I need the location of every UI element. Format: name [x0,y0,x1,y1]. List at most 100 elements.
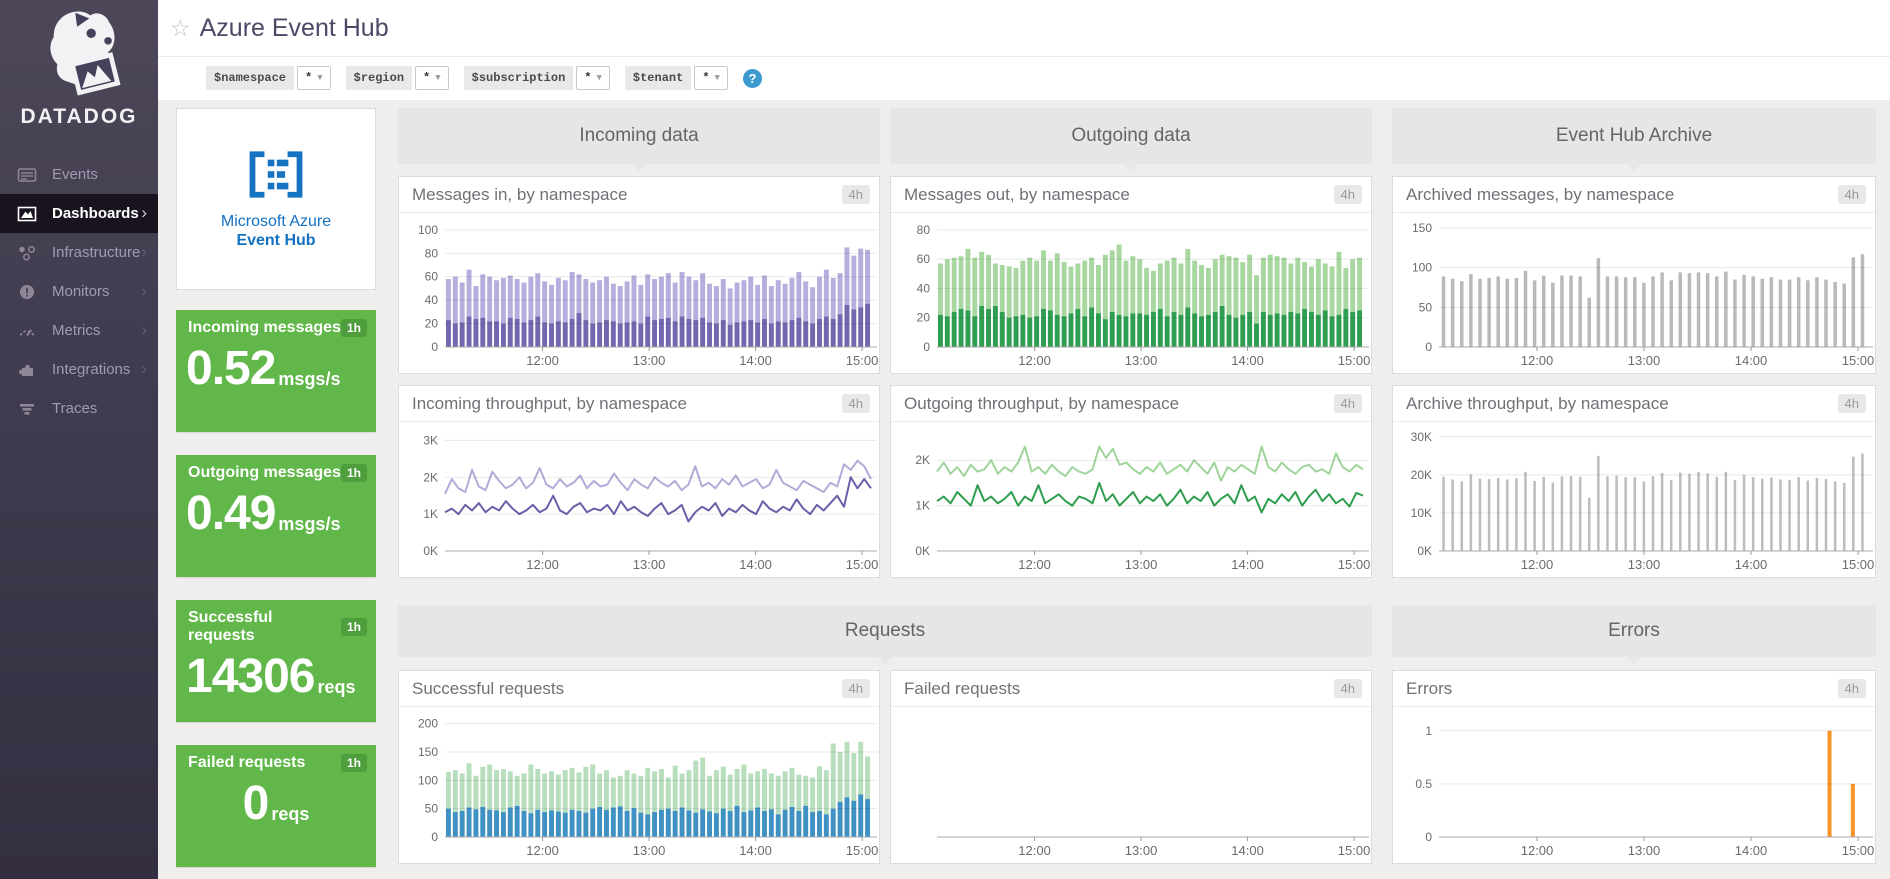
svg-text:12:00: 12:00 [1018,843,1051,858]
svg-text:0: 0 [431,340,438,354]
svg-text:0.5: 0.5 [1415,777,1432,791]
azure-event-hub-card: Microsoft Azure Event Hub [176,108,376,290]
chart-failed-requests: Failed requests 4h 12:00 13:00 14:00 15:00 [890,670,1372,864]
svg-text:0: 0 [431,830,438,844]
svg-text:15:00: 15:00 [846,557,879,572]
chart-title: Archived messages, by namespace [1406,184,1675,204]
sidebar-item-events[interactable]: Events [0,155,158,194]
svg-text:13:00: 13:00 [1628,843,1661,858]
datadog-dashboard: DATADOG Events Dashboards › Infrastructu… [0,0,1890,879]
svg-text:0: 0 [1425,340,1432,354]
stat-unit: reqs [317,677,356,697]
svg-text:40: 40 [917,281,931,295]
title-row: ☆ Azure Event Hub [158,0,1890,57]
svg-text:30K: 30K [1411,430,1432,444]
chart-plot-area[interactable]: 0K 10K 20K 30K 12:00 13:00 14:00 15:00 [1393,423,1875,577]
template-var-tenant[interactable]: $tenant * ▼ [624,66,728,90]
template-var-subscription[interactable]: $subscription * ▼ [463,66,610,90]
template-var-region[interactable]: $region * ▼ [345,66,449,90]
svg-text:14:00: 14:00 [739,353,772,368]
svg-text:13:00: 13:00 [633,557,666,572]
chart-plot-area[interactable]: 0K 1K 2K 3K 12:00 13:00 14:00 15:00 [399,423,879,577]
events-icon [17,167,37,183]
template-variable-bar: $namespace * ▼ $region * ▼ $subscription *… [158,57,1890,99]
svg-text:0: 0 [923,340,930,354]
svg-text:13:00: 13:00 [633,353,666,368]
chart-plot-area[interactable]: 0 20 40 60 80 12:00 13:00 14:00 15:00 [891,214,1371,373]
stat-title: Failed requests [188,754,306,771]
azure-card-line1: Microsoft Azure [220,213,332,230]
stat-successful-requests: Successful requests 1h 14306 reqs [176,600,376,722]
sidebar-item-integrations[interactable]: Integrations › [0,350,158,389]
svg-text:1K: 1K [423,507,438,521]
chart-plot-area[interactable]: 12:00 13:00 14:00 15:00 [891,708,1371,863]
sidebar-item-label: Traces [52,400,98,417]
svg-text:13:00: 13:00 [1125,353,1158,368]
stat-failed-requests: Failed requests 1h 0 reqs [176,745,376,867]
sidebar-item-traces[interactable]: Traces [0,389,158,428]
stat-value: 14306 [186,650,315,703]
sidebar-item-dashboards[interactable]: Dashboards › [0,194,158,233]
timeframe-badge: 1h [340,464,367,482]
sidebar-item-infrastructure[interactable]: Infrastructure › [0,233,158,272]
svg-text:40: 40 [425,293,439,307]
sidebar-item-metrics[interactable]: Metrics › [0,311,158,350]
chart-incoming-throughput: Incoming throughput, by namespace 4h 0K 1K… [398,385,880,578]
chart-plot-area[interactable]: 0K 1K 2K 12:00 13:00 14:00 15:00 [891,423,1371,577]
caret-down-icon: ▼ [317,73,323,83]
svg-text:100: 100 [418,223,438,237]
svg-text:14:00: 14:00 [1231,843,1264,858]
svg-text:13:00: 13:00 [633,843,666,858]
timeframe-badge: 1h [340,754,367,772]
chart-messages-out: Messages out, by namespace 4h 0 20 40 60 80 12… [890,176,1372,374]
chevron-right-icon: › [141,280,147,300]
svg-text:80: 80 [425,246,439,260]
datadog-logo[interactable]: DATADOG [0,0,158,129]
chart-plot-area[interactable]: 0 20 40 60 80 100 12:00 13:00 14:00 15:00 [399,214,879,373]
chart-archived-messages: Archived messages, by namespace 4h 0 50 100… [1392,176,1876,374]
svg-text:60: 60 [425,270,439,284]
svg-text:150: 150 [1412,221,1432,235]
svg-text:13:00: 13:00 [1125,557,1158,572]
star-outline-icon[interactable]: ☆ [170,15,191,42]
timeframe-badge: 4h [1837,394,1866,413]
sidebar-item-label: Infrastructure [52,244,141,261]
chart-title: Incoming throughput, by namespace [412,393,688,413]
stat-value: 0.49 [186,487,276,540]
svg-text:14:00: 14:00 [1231,353,1264,368]
chart-title: Errors [1406,678,1453,698]
dashboards-icon [17,206,37,222]
chart-archive-throughput: Archive throughput, by namespace 4h 0K 10K… [1392,385,1876,578]
timeframe-badge: 4h [841,394,870,413]
svg-text:15:00: 15:00 [1842,353,1875,368]
integrations-icon [17,362,37,378]
chevron-right-icon: › [141,358,147,378]
svg-text:100: 100 [1412,261,1432,275]
help-icon[interactable]: ? [742,68,762,88]
topbar: ☆ Azure Event Hub $namespace * ▼ $region … [158,0,1890,100]
chart-plot-area[interactable]: 0 50 100 150 12:00 13:00 14:00 15:00 [1393,214,1875,373]
svg-text:50: 50 [425,802,439,816]
timeframe-badge: 4h [1837,185,1866,204]
sidebar-item-monitors[interactable]: Monitors › [0,272,158,311]
metrics-icon [17,323,37,339]
svg-text:15:00: 15:00 [1338,843,1371,858]
datadog-wordmark: DATADOG [20,105,138,128]
sidebar-item-label: Metrics [52,322,101,339]
chart-plot-area[interactable]: 0 0.5 1 12:00 13:00 14:00 15:00 [1393,708,1875,863]
svg-text:15:00: 15:00 [1338,557,1371,572]
svg-text:1: 1 [1425,724,1432,738]
svg-text:14:00: 14:00 [739,557,772,572]
stat-value: 0 [242,777,270,830]
chevron-right-icon: › [141,319,147,339]
sidebar-item-label: Monitors [52,283,110,300]
svg-text:2K: 2K [915,453,930,467]
azure-card-line2: Event Hub [236,232,316,249]
group-header-requests: Requests [398,605,1372,664]
caret-down-icon: ▼ [596,73,602,83]
svg-text:14:00: 14:00 [1735,843,1768,858]
svg-text:12:00: 12:00 [526,843,559,858]
chart-plot-area[interactable]: 0 50 100 150 200 12:00 13:00 14:00 15:00 [399,708,879,863]
svg-text:12:00: 12:00 [1018,353,1051,368]
template-var-namespace[interactable]: $namespace * ▼ [206,66,331,90]
